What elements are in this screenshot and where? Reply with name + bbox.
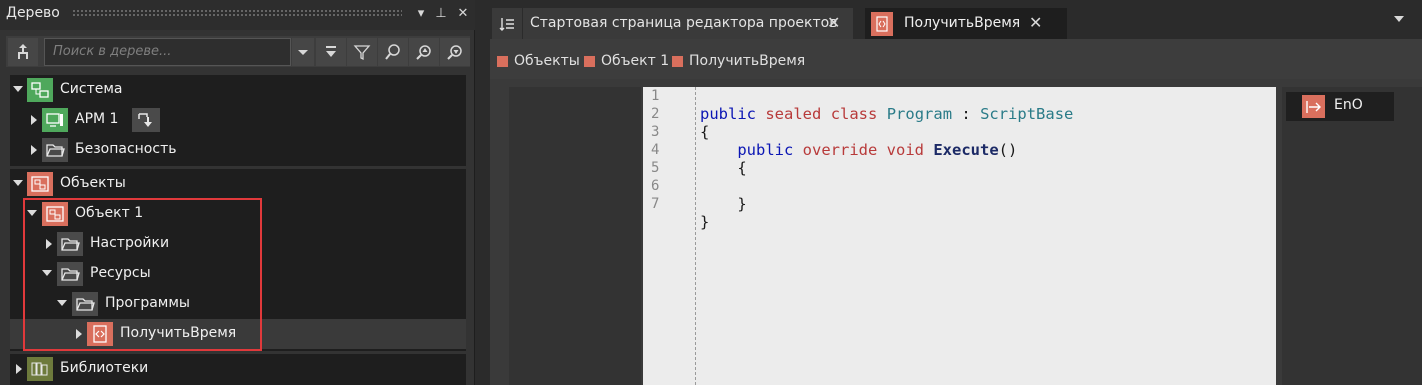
breadcrumb-item[interactable]: Объекты [497,53,580,69]
tree-node-label: Объекты [60,175,126,191]
tree-node-label: Безопасность [75,141,177,157]
pin-icon[interactable]: ⊥ [432,4,450,24]
drag-grip[interactable] [72,9,402,18]
line-number: 4 [651,142,660,158]
tree-panel-title: Дерево [6,5,60,21]
breadcrumb-item[interactable]: ПолучитьВремя [672,53,805,69]
line-number: 2 [651,106,660,122]
code-editor[interactable]: 1 2 3 4 5 6 7 public sealed class Progra… [643,87,1276,385]
line-number: 1 [651,88,660,104]
output-arrow-icon [1302,95,1325,118]
tree-node-system[interactable]: Система [10,75,466,105]
close-icon[interactable]: ✕ [454,4,472,24]
fold-guide [695,87,696,385]
tree-node-label: Система [60,81,123,97]
highlight-annotation-box [23,198,262,351]
tree-section-libraries: Библиотеки [10,354,466,385]
line-number: 3 [651,124,660,140]
code-line-7: } [700,213,710,231]
collapse-all-icon[interactable] [316,38,346,66]
tab-start-page[interactable]: Стартовая страница редактора проектов ✕ [523,8,853,40]
filter-icon[interactable] [347,38,377,66]
chevron-down-icon[interactable] [1394,16,1404,22]
tree-node-security[interactable]: Безопасность [10,135,466,165]
code-line-3: public override void Execute() [737,141,1018,159]
object-marker-icon [584,55,595,67]
find-icon[interactable] [378,38,408,66]
deploy-icon[interactable] [132,108,160,132]
close-icon[interactable]: ✕ [827,13,840,32]
find-previous-icon[interactable] [409,38,439,66]
line-number: 5 [651,160,660,176]
expand-arrow-icon[interactable] [31,145,37,155]
script-icon [871,12,893,36]
tree-root-icon[interactable] [8,38,38,66]
tree-node-label: Библиотеки [60,360,149,376]
breadcrumb: Объекты Объект 1 ПолучитьВремя [490,43,1422,79]
tree-panel: Дерево ▾ ⊥ ✕ Поиск в дереве... Система А… [0,0,475,385]
breadcrumb-label: Объект 1 [601,53,670,69]
code-line-2: { [700,123,710,141]
line-number: 7 [651,196,660,212]
workstation-icon [42,108,68,132]
chevron-down-icon[interactable]: ▾ [412,4,430,24]
breadcrumb-label: Объекты [514,53,580,69]
output-pin-eno[interactable]: EnO [1286,92,1394,121]
pins-panel [1282,87,1422,385]
breadcrumb-label: ПолучитьВремя [689,53,806,69]
find-next-icon[interactable] [440,38,470,66]
tree-node-libraries[interactable]: Библиотеки [10,354,466,384]
code-line-1: public sealed class Program : ScriptBase [700,105,1074,123]
tree-toolbar: Поиск в дереве... [6,36,470,67]
tree-section-system: Система АРМ 1 Безопасность [10,75,466,166]
folder-icon [42,138,68,162]
breadcrumb-item[interactable]: Объект 1 [584,53,669,69]
editor-left-margin [509,87,641,385]
object-marker-icon [497,55,508,67]
objects-icon [27,172,53,196]
object-marker-icon [672,55,683,67]
line-numbers: 1 2 3 4 5 6 7 [651,87,681,213]
expand-arrow-icon[interactable] [16,364,22,374]
code-line-4: { [737,159,747,177]
pin-label: EnO [1334,97,1363,113]
tab-label: ПолучитьВремя [904,15,1021,31]
line-number: 6 [651,178,660,194]
tab-list-icon[interactable] [492,8,522,40]
search-input[interactable]: Поиск в дереве... [44,38,291,66]
tree-node-objects[interactable]: Объекты [10,169,466,199]
expand-arrow-icon[interactable] [13,86,23,92]
tab-label: Стартовая страница редактора проектов [530,15,838,31]
expand-arrow-icon[interactable] [13,180,23,186]
tree-node-arm1[interactable]: АРМ 1 [10,105,466,135]
expand-arrow-icon[interactable] [31,115,37,125]
system-icon [27,78,53,102]
close-icon[interactable]: ✕ [1029,13,1042,32]
tree-panel-header: Дерево ▾ ⊥ ✕ [0,0,475,30]
search-dropdown-button[interactable] [292,38,314,66]
tab-get-time[interactable]: ПолучитьВремя ✕ [865,8,1067,40]
editor-tab-bar: Стартовая страница редактора проектов ✕ … [490,6,1422,42]
code-line-6: } [737,195,747,213]
library-icon [27,357,53,381]
code-lines: public sealed class Program : ScriptBase… [700,87,1073,267]
tree-node-label: АРМ 1 [75,111,119,127]
